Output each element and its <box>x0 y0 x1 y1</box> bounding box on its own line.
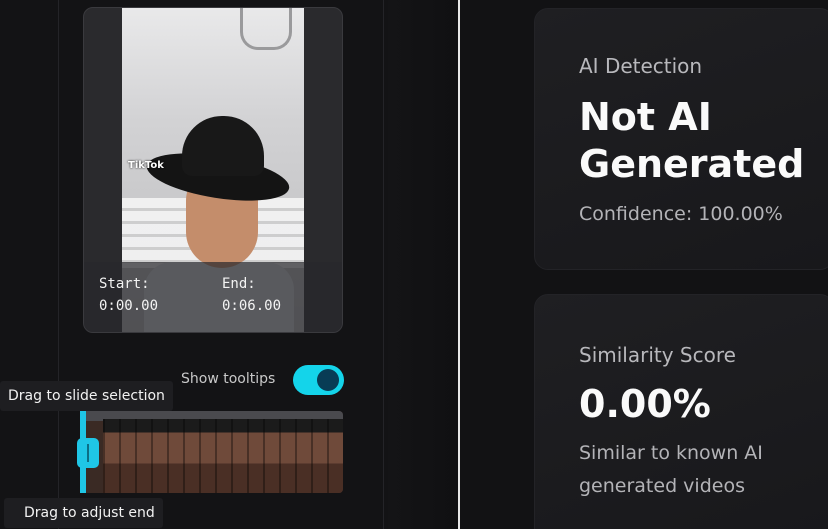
toggle-knob <box>317 369 339 391</box>
panel-divider-line <box>58 0 59 529</box>
panel-divider-line <box>383 0 384 529</box>
video-editor-pane: TikTok Start: 0:00.00 End: 0:06.00 Show … <box>0 0 458 529</box>
similarity-score-card: Similarity Score 0.00% Similar to known … <box>534 294 828 529</box>
ai-detection-card: AI Detection Not AI Generated Confidence… <box>534 8 828 270</box>
car-handle-graphic <box>240 8 292 50</box>
hat-graphic <box>182 116 264 176</box>
ai-detection-title: AI Detection <box>579 54 703 78</box>
similarity-desc-line2: generated videos <box>579 475 745 497</box>
ai-result-line2: Generated <box>579 142 805 186</box>
slide-selection-tooltip: Drag to slide selection <box>0 381 173 411</box>
start-label: Start: <box>99 276 150 292</box>
similarity-title: Similarity Score <box>579 343 736 367</box>
start-time: 0:00.00 <box>99 298 159 314</box>
timeline-filmstrip[interactable] <box>83 411 343 493</box>
end-time: 0:06.00 <box>222 298 282 314</box>
ai-result-line1: Not AI <box>579 95 712 139</box>
filmstrip-frames <box>103 419 343 493</box>
selection-drag-handle[interactable] <box>77 438 99 468</box>
app-root: TikTok Start: 0:00.00 End: 0:06.00 Show … <box>0 0 828 529</box>
end-label: End: <box>222 276 256 292</box>
side-panel <box>388 0 458 529</box>
adjust-end-tooltip: Drag to adjust end <box>4 498 163 528</box>
confidence-text: Confidence: 100.00% <box>579 203 783 225</box>
show-tooltips-label: Show tooltips <box>181 371 276 387</box>
tiktok-watermark: TikTok <box>128 160 164 171</box>
similarity-score-value: 0.00% <box>579 382 711 426</box>
results-pane: AI Detection Not AI Generated Confidence… <box>460 0 828 529</box>
video-preview-card[interactable]: TikTok Start: 0:00.00 End: 0:06.00 <box>83 7 343 333</box>
time-overlay: Start: 0:00.00 End: 0:06.00 <box>84 262 342 332</box>
similarity-desc-line1: Similar to known AI <box>579 442 763 464</box>
show-tooltips-toggle[interactable] <box>293 365 344 395</box>
